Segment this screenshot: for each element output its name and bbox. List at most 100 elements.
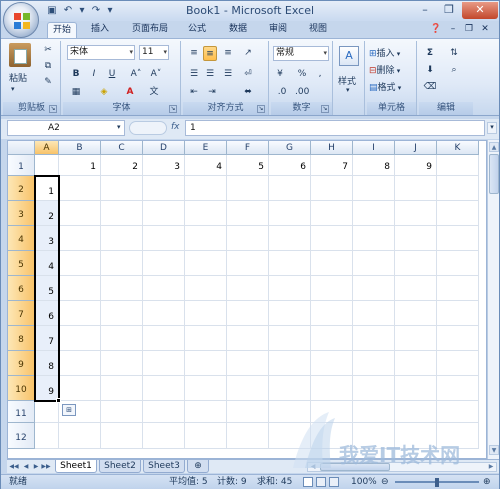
cell-c11[interactable] [101,401,143,423]
cell-k8[interactable] [437,326,479,351]
increase-decimal-icon[interactable]: .0 [275,85,289,100]
cell-i1[interactable]: 8 [353,155,395,176]
format-cells-button[interactable]: ▤格式 ▾ [369,80,401,93]
column-header-g[interactable]: G [269,141,311,155]
insert-sheet-icon[interactable]: ⊕ [187,460,209,473]
currency-icon[interactable]: ¥ [273,67,287,82]
cell-i8[interactable] [353,326,395,351]
column-header-i[interactable]: I [353,141,395,155]
prev-sheet-icon[interactable]: ◀ [21,461,31,472]
cell-j6[interactable] [395,276,437,301]
borders-icon[interactable]: ▦ [69,85,83,100]
cell-g10[interactable] [269,376,311,401]
column-header-k[interactable]: K [437,141,479,155]
decrease-indent-icon[interactable]: ⇤ [187,85,201,100]
cell-d7[interactable] [143,301,185,326]
cell-d10[interactable] [143,376,185,401]
decrease-decimal-icon[interactable]: .00 [295,85,309,100]
underline-button[interactable]: U [105,67,119,82]
cell-a8[interactable]: 7 [35,326,59,351]
cell-a11[interactable] [35,401,59,423]
cell-k12[interactable] [437,423,479,449]
cell-g4[interactable] [269,226,311,251]
cell-c7[interactable] [101,301,143,326]
cell-c12[interactable] [101,423,143,449]
cell-g1[interactable]: 6 [269,155,311,176]
column-header-b[interactable]: B [59,141,101,155]
cell-f9[interactable] [227,351,269,376]
column-header-h[interactable]: H [311,141,353,155]
cell-e5[interactable] [185,251,227,276]
bold-button[interactable]: B [69,67,83,82]
cell-a12[interactable] [35,423,59,449]
cell-g8[interactable] [269,326,311,351]
cell-k1[interactable] [437,155,479,176]
horizontal-scrollbar[interactable]: ◀ ▶ [307,462,497,472]
cell-a9[interactable]: 8 [35,351,59,376]
cell-b9[interactable] [59,351,101,376]
cell-b6[interactable] [59,276,101,301]
italic-button[interactable]: I [87,67,101,82]
cell-c2[interactable] [101,176,143,201]
cell-f5[interactable] [227,251,269,276]
cell-e7[interactable] [185,301,227,326]
font-launcher-icon[interactable]: ↘ [169,105,177,113]
ribbon-restore-icon[interactable]: ❐ [463,22,475,38]
cell-k10[interactable] [437,376,479,401]
cell-g2[interactable] [269,176,311,201]
cell-i10[interactable] [353,376,395,401]
cell-c4[interactable] [101,226,143,251]
scroll-up-icon[interactable]: ▲ [489,142,499,152]
cell-i9[interactable] [353,351,395,376]
row-header-7[interactable]: 7 [8,301,35,326]
cell-a1[interactable] [35,155,59,176]
cell-d4[interactable] [143,226,185,251]
cell-h12[interactable] [311,423,353,449]
cell-i2[interactable] [353,176,395,201]
cell-j1[interactable]: 9 [395,155,437,176]
sheet-tab-sheet2[interactable]: Sheet2 [99,460,141,473]
comma-button[interactable]: , [313,67,327,82]
autosum-button[interactable]: Σ [423,46,437,61]
cell-f3[interactable] [227,201,269,226]
tab-view[interactable]: 视图 [303,22,333,38]
cell-d5[interactable] [143,251,185,276]
zoom-in-icon[interactable]: ⊕ [483,475,491,489]
cell-a2[interactable]: 1 [35,176,59,201]
vertical-scroll-thumb[interactable] [489,154,499,194]
office-button[interactable] [3,2,39,38]
page-layout-view-icon[interactable] [316,477,326,487]
cell-i4[interactable] [353,226,395,251]
cell-h8[interactable] [311,326,353,351]
merge-center-icon[interactable]: ⬌ [241,85,255,100]
zoom-slider-thumb[interactable] [435,478,439,487]
font-name-combo[interactable]: 宋体 ▾ [67,45,135,60]
cell-d1[interactable]: 3 [143,155,185,176]
cell-e2[interactable] [185,176,227,201]
cell-i3[interactable] [353,201,395,226]
name-box[interactable]: A2 [7,120,125,136]
first-sheet-icon[interactable]: ◀◀ [9,461,19,472]
column-header-d[interactable]: D [143,141,185,155]
scroll-left-icon[interactable]: ◀ [308,463,318,471]
cell-j9[interactable] [395,351,437,376]
cell-f6[interactable] [227,276,269,301]
increase-indent-icon[interactable]: ⇥ [205,85,219,100]
cell-c6[interactable] [101,276,143,301]
cell-h10[interactable] [311,376,353,401]
cell-i11[interactable] [353,401,395,423]
zoom-level[interactable]: 100% [351,475,377,489]
tab-formulas[interactable]: 公式 [182,22,212,38]
cell-e1[interactable]: 4 [185,155,227,176]
cell-e4[interactable] [185,226,227,251]
cell-b5[interactable] [59,251,101,276]
cell-d11[interactable] [143,401,185,423]
cell-e6[interactable] [185,276,227,301]
cell-b7[interactable] [59,301,101,326]
row-header-8[interactable]: 8 [8,326,35,351]
cell-j7[interactable] [395,301,437,326]
cell-g6[interactable] [269,276,311,301]
shrink-font-icon[interactable]: A˅ [149,67,163,82]
vertical-scrollbar[interactable]: ▲ ▼ [487,140,499,459]
cell-j3[interactable] [395,201,437,226]
